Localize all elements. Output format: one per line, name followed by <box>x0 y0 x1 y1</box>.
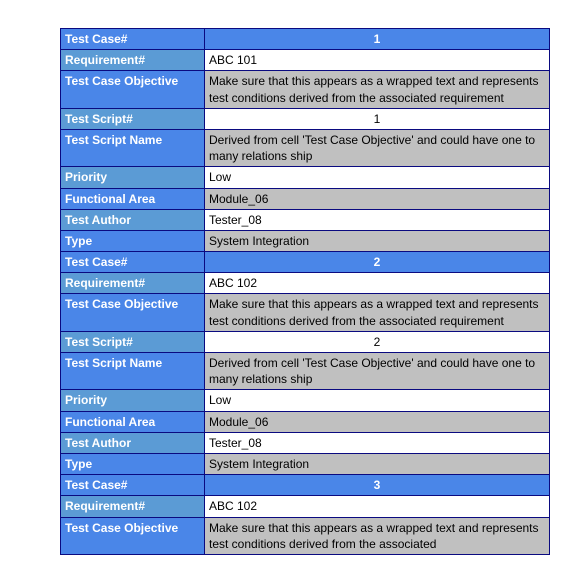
value-type-2: System Integration <box>205 453 550 474</box>
label-priority: Priority <box>61 167 205 188</box>
label-test-case-num: Test Case# <box>61 475 205 496</box>
value-test-author-1: Tester_08 <box>205 209 550 230</box>
value-script-num-2: 2 <box>205 331 550 352</box>
value-script-name-2: Derived from cell 'Test Case Objective' … <box>205 353 550 390</box>
value-type-1: System Integration <box>205 230 550 251</box>
value-objective-3: Make sure that this appears as a wrapped… <box>205 517 550 554</box>
label-test-author: Test Author <box>61 432 205 453</box>
label-script-name: Test Script Name <box>61 129 205 166</box>
label-test-case-num: Test Case# <box>61 252 205 273</box>
label-functional-area: Functional Area <box>61 188 205 209</box>
value-test-case-num-2: 2 <box>205 252 550 273</box>
label-script-name: Test Script Name <box>61 353 205 390</box>
label-test-case-num: Test Case# <box>61 29 205 50</box>
label-type: Type <box>61 230 205 251</box>
label-objective: Test Case Objective <box>61 517 205 554</box>
label-requirement: Requirement# <box>61 50 205 71</box>
label-script-num: Test Script# <box>61 108 205 129</box>
value-script-name-1: Derived from cell 'Test Case Objective' … <box>205 129 550 166</box>
value-objective-1: Make sure that this appears as a wrapped… <box>205 71 550 108</box>
value-script-num-1: 1 <box>205 108 550 129</box>
value-requirement-2: ABC 102 <box>205 273 550 294</box>
test-case-table: Test Case#1 Requirement#ABC 101 Test Cas… <box>60 28 550 555</box>
value-test-case-num-1: 1 <box>205 29 550 50</box>
value-test-author-2: Tester_08 <box>205 432 550 453</box>
value-requirement-1: ABC 101 <box>205 50 550 71</box>
value-priority-1: Low <box>205 167 550 188</box>
value-requirement-3: ABC 102 <box>205 496 550 517</box>
label-type: Type <box>61 453 205 474</box>
value-functional-area-1: Module_06 <box>205 188 550 209</box>
value-functional-area-2: Module_06 <box>205 411 550 432</box>
value-objective-2: Make sure that this appears as a wrapped… <box>205 294 550 331</box>
label-requirement: Requirement# <box>61 496 205 517</box>
label-requirement: Requirement# <box>61 273 205 294</box>
label-script-num: Test Script# <box>61 331 205 352</box>
label-test-author: Test Author <box>61 209 205 230</box>
label-functional-area: Functional Area <box>61 411 205 432</box>
label-objective: Test Case Objective <box>61 71 205 108</box>
value-test-case-num-3: 3 <box>205 475 550 496</box>
label-priority: Priority <box>61 390 205 411</box>
value-priority-2: Low <box>205 390 550 411</box>
label-objective: Test Case Objective <box>61 294 205 331</box>
